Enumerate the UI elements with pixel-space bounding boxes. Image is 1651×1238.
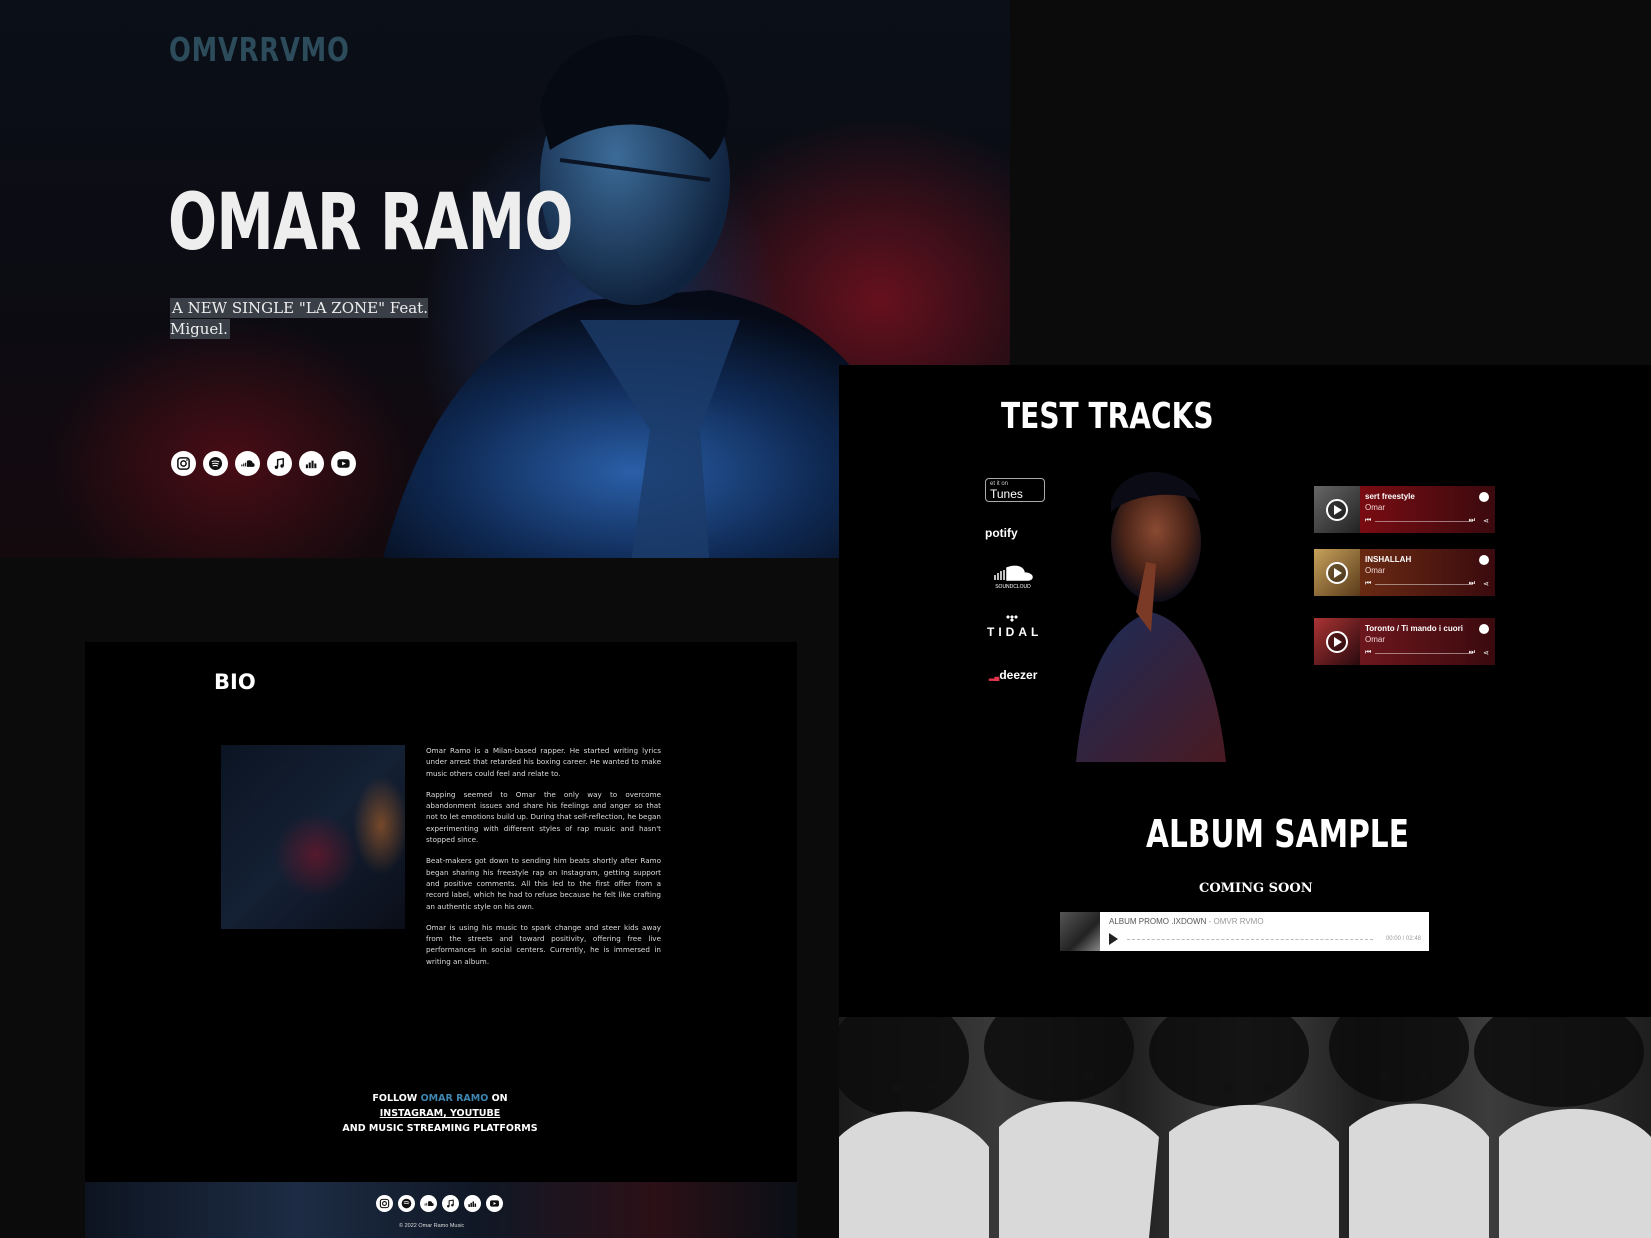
bio-paragraph: Beat-makers got down to sending him beat… [426, 856, 661, 911]
group-masked-faces-photo [839, 1017, 1651, 1238]
share-icon[interactable]: ⋖ [1483, 580, 1489, 588]
play-icon[interactable] [1326, 561, 1348, 584]
apple-music-icon[interactable] [267, 451, 292, 476]
player-separator: - [1208, 917, 1212, 926]
tracks-section-title: TEST TRACKS [1001, 396, 1214, 437]
instagram-icon[interactable] [376, 1195, 393, 1212]
bio-paragraph: Rapping seemed to Omar the only way to o… [426, 789, 661, 845]
player-body: ALBUM PROMO .IXDOWN - OMVR RVMO 00:00 / … [1100, 912, 1429, 951]
soundcloud-icon[interactable] [420, 1195, 437, 1212]
track-thumbnail [1314, 486, 1360, 533]
track-title: sert freestyle [1365, 492, 1415, 501]
track-progress-bar[interactable] [1375, 521, 1473, 522]
follow-line-3: AND MUSIC STREAMING PLATFORMS [342, 1123, 538, 1134]
share-icon[interactable]: ⋖ [1483, 649, 1489, 657]
next-icon[interactable]: ⏭ [1469, 649, 1475, 657]
album-status: COMING SOON [1199, 881, 1313, 896]
site-logo[interactable]: OMVRRVMO [169, 30, 350, 69]
hero-social-links [171, 451, 356, 476]
follow-artist-name: OMAR RAMO [420, 1093, 489, 1104]
deezer-logo-link[interactable]: ▂▄deezer [989, 668, 1037, 682]
spotify-icon[interactable] [398, 1195, 415, 1212]
next-icon[interactable]: ⏭ [1469, 580, 1475, 588]
follow-social-links[interactable]: INSTAGRAM, YOUTUBE [380, 1108, 501, 1119]
track-info: sert freestyle Omar ⏮ ⏭ ⋖ [1360, 486, 1495, 533]
track-thumbnail [1314, 618, 1360, 665]
bio-title: BIO [214, 670, 256, 694]
track-thumbnail [1314, 549, 1360, 596]
deezer-label: deezer [999, 668, 1038, 682]
play-icon[interactable] [1109, 933, 1118, 945]
hero-subtitle: A NEW SINGLE "LA ZONE" Feat. Miguel. [170, 298, 428, 339]
album-audio-player[interactable]: ALBUM PROMO .IXDOWN - OMVR RVMO 00:00 / … [1060, 912, 1429, 951]
copyright-text: © 2022 Omar Ramo Music [399, 1223, 465, 1229]
track-card[interactable]: INSHALLAH Omar ⏮ ⏭ ⋖ [1314, 549, 1495, 596]
tidal-label: TIDAL [987, 625, 1043, 639]
player-track-name: ALBUM PROMO .IXDOWN - OMVR RVMO [1109, 917, 1264, 926]
youtube-icon[interactable] [331, 451, 356, 476]
play-icon[interactable] [1326, 498, 1348, 521]
share-icon[interactable]: ⋖ [1483, 517, 1489, 525]
deezer-icon[interactable] [299, 451, 324, 476]
album-section-title: ALBUM SAMPLE [1146, 812, 1409, 856]
follow-callout: FOLLOW OMAR RAMO ON INSTAGRAM, YOUTUBE A… [330, 1091, 550, 1136]
bio-text: Omar Ramo is a Milan-based rapper. He st… [426, 745, 661, 977]
bio-paragraph: Omar Ramo is a Milan-based rapper. He st… [426, 746, 661, 778]
track-artist: Omar [1365, 566, 1385, 575]
itunes-badge-label: Tunes [990, 487, 1023, 501]
soundcloud-logo-link[interactable]: SOUNDCLOUD [991, 564, 1035, 590]
track-card[interactable]: Toronto / Ti mando i cuori Omar ⏮ ⏭ ⋖ [1314, 618, 1495, 665]
track-progress-bar[interactable] [1375, 653, 1473, 654]
group-photo-illustration [839, 1017, 1651, 1238]
track-card[interactable]: sert freestyle Omar ⏮ ⏭ ⋖ [1314, 486, 1495, 533]
track-title: INSHALLAH [1365, 555, 1412, 564]
deezer-bars-icon: ▂▄ [989, 674, 1000, 681]
spotify-icon[interactable] [1479, 624, 1489, 634]
deezer-icon[interactable] [464, 1195, 481, 1212]
instagram-icon[interactable] [171, 451, 196, 476]
follow-line-1: FOLLOW OMAR RAMO ON [372, 1093, 508, 1104]
track-artist: Omar [1365, 503, 1385, 512]
tidal-diamonds-icon [1006, 615, 1018, 622]
player-waveform[interactable] [1127, 939, 1373, 940]
track-progress-bar[interactable] [1375, 584, 1473, 585]
track-info: Toronto / Ti mando i cuori Omar ⏮ ⏭ ⋖ [1360, 618, 1495, 665]
itunes-badge[interactable]: et it on Tunes [985, 478, 1045, 502]
soundcloud-label: SOUNDCLOUD [995, 584, 1031, 590]
player-track-title: ALBUM PROMO .IXDOWN [1109, 917, 1207, 926]
previous-icon[interactable]: ⏮ [1365, 517, 1371, 525]
spotify-logo-link[interactable]: potify [985, 526, 1018, 540]
player-time: 00:00 / 02:48 [1385, 936, 1421, 942]
play-icon[interactable] [1326, 630, 1348, 653]
bio-paragraph: Omar is using his music to spark change … [426, 922, 661, 966]
tidal-logo-link[interactable]: TIDAL [987, 614, 1042, 639]
album-cover-thumbnail [1060, 912, 1100, 951]
previous-icon[interactable]: ⏮ [1365, 580, 1371, 588]
spotify-icon[interactable] [1479, 555, 1489, 565]
footer-social-links [376, 1195, 503, 1212]
track-artist: Omar [1365, 635, 1385, 644]
hero-title: OMAR RAMO [168, 178, 573, 268]
spotify-icon[interactable] [203, 451, 228, 476]
soundcloud-cloud-icon [994, 565, 1033, 581]
apple-music-icon[interactable] [442, 1195, 459, 1212]
previous-icon[interactable]: ⏮ [1365, 649, 1371, 657]
soundcloud-icon[interactable] [235, 451, 260, 476]
bio-artist-photo [221, 745, 405, 929]
spotify-icon[interactable] [1479, 492, 1489, 502]
track-info: INSHALLAH Omar ⏮ ⏭ ⋖ [1360, 549, 1495, 596]
track-title: Toronto / Ti mando i cuori [1365, 624, 1463, 633]
player-artist: OMVR RVMO [1213, 917, 1264, 926]
youtube-icon[interactable] [486, 1195, 503, 1212]
next-icon[interactable]: ⏭ [1469, 517, 1475, 525]
tracks-artist-photo [1076, 472, 1226, 762]
